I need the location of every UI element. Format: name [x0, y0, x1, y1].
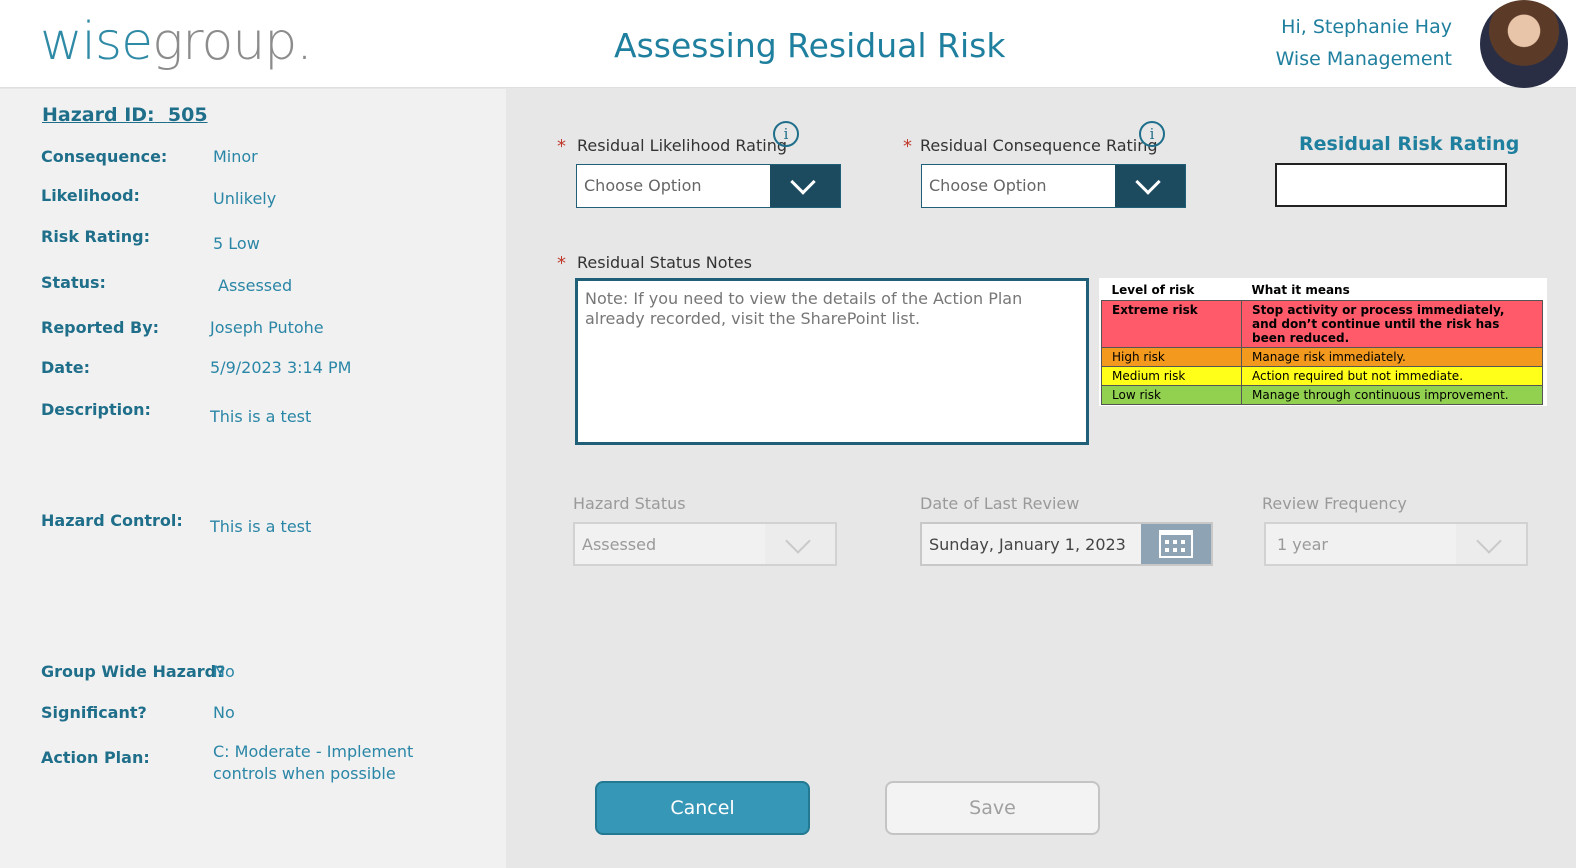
page-title: Assessing Residual Risk	[614, 26, 1006, 65]
dropdown-value: Assessed	[582, 535, 657, 554]
legend-header-level: Level of risk	[1111, 282, 1195, 297]
info-icon[interactable]: i	[773, 121, 799, 147]
group-wide-label: Group Wide Hazard?	[41, 662, 226, 681]
user-greeting: Hi, Stephanie Hay	[1281, 16, 1452, 38]
hazard-control-value: This is a test	[210, 517, 312, 536]
residual-likelihood-label: Residual Likelihood Rating	[577, 136, 787, 155]
consequence-value: Minor	[213, 147, 258, 166]
last-review-label: Date of Last Review	[920, 494, 1080, 513]
likelihood-label: Likelihood:	[41, 186, 140, 205]
residual-status-notes-label: Residual Status Notes	[577, 253, 752, 272]
date-value: 5/9/2023 3:14 PM	[210, 358, 352, 377]
residual-risk-rating-field	[1275, 163, 1507, 207]
calendar-icon	[1159, 530, 1193, 558]
risk-level-legend: Level of risk What it means Extreme risk…	[1099, 278, 1547, 406]
legend-level: Extreme risk	[1101, 299, 1242, 348]
significant-label: Significant?	[41, 703, 147, 722]
hazard-status-label: Hazard Status	[573, 494, 686, 513]
residual-consequence-label: Residual Consequence Rating	[920, 136, 1158, 155]
legend-level: High risk	[1101, 346, 1242, 367]
likelihood-value: Unlikely	[213, 189, 277, 208]
chevron-down-icon	[1135, 169, 1161, 195]
residual-risk-rating-label: Residual Risk Rating	[1299, 133, 1520, 155]
risk-rating-value: 5 Low	[213, 234, 260, 253]
legend-header-row: Level of risk What it means	[1102, 280, 1543, 300]
legend-row: Low risk Manage through continuous impro…	[1101, 384, 1543, 405]
legend-header-meaning: What it means	[1251, 282, 1350, 297]
legend-meaning: Stop activity or process immediately, an…	[1241, 299, 1543, 348]
dropdown-button[interactable]	[770, 165, 840, 207]
legend-row: Medium risk Action required but not imme…	[1101, 365, 1543, 386]
review-frequency-label: Review Frequency	[1262, 494, 1407, 513]
hazard-control-label: Hazard Control:	[41, 511, 183, 530]
calendar-button[interactable]	[1141, 524, 1211, 564]
wisegroup-logo: wisegroup.	[40, 12, 313, 72]
dropdown-button[interactable]	[1456, 524, 1526, 564]
hazard-id[interactable]: Hazard ID: 505	[42, 104, 208, 126]
legend-row: Extreme risk Stop activity or process im…	[1101, 299, 1543, 348]
status-value: Assessed	[218, 276, 293, 295]
user-avatar[interactable]	[1480, 0, 1568, 88]
hazard-status-dropdown[interactable]: Assessed	[573, 522, 837, 566]
action-plan-value: C: Moderate - Implement controls when po…	[213, 742, 414, 783]
status-label: Status:	[41, 273, 106, 292]
residual-consequence-dropdown[interactable]: Choose Option	[921, 164, 1186, 208]
description-label: Description:	[41, 400, 151, 419]
legend-meaning: Action required but not immediate.	[1241, 365, 1543, 386]
consequence-label: Consequence:	[41, 147, 168, 166]
last-review-date-picker[interactable]: Sunday, January 1, 2023	[920, 522, 1213, 566]
cancel-button[interactable]: Cancel	[595, 781, 810, 835]
legend-level: Medium risk	[1101, 365, 1242, 386]
reported-by-label: Reported By:	[41, 318, 160, 337]
legend-meaning: Manage risk immediately.	[1241, 346, 1543, 367]
action-plan-label: Action Plan:	[41, 748, 150, 767]
significant-value: No	[213, 703, 235, 722]
date-label: Date:	[41, 358, 90, 377]
save-button[interactable]: Save	[885, 781, 1100, 835]
description-value: This is a test	[210, 407, 312, 426]
group-wide-value: No	[213, 662, 235, 681]
legend-row: High risk Manage risk immediately.	[1101, 346, 1543, 367]
app-header: wisegroup. Assessing Residual Risk Hi, S…	[0, 0, 1576, 88]
user-organization: Wise Management	[1275, 48, 1452, 70]
risk-legend-table: Level of risk What it means Extreme risk…	[1101, 280, 1543, 405]
required-marker: *	[557, 136, 566, 157]
date-value: Sunday, January 1, 2023	[929, 535, 1126, 554]
risk-rating-label: Risk Rating:	[41, 227, 151, 246]
residual-status-notes-input[interactable]: Note: If you need to view the details of…	[575, 278, 1089, 445]
legend-level: Low risk	[1101, 384, 1242, 405]
dropdown-value: Choose Option	[929, 176, 1047, 195]
dropdown-value: 1 year	[1277, 535, 1328, 554]
required-marker: *	[903, 136, 912, 157]
chevron-down-icon	[790, 169, 816, 195]
required-marker: *	[557, 253, 566, 274]
reported-by-value: Joseph Putohe	[210, 318, 324, 337]
dropdown-button[interactable]	[765, 524, 835, 564]
chevron-down-icon	[1476, 528, 1502, 554]
review-frequency-dropdown[interactable]: 1 year	[1264, 522, 1528, 566]
dropdown-value: Choose Option	[584, 176, 702, 195]
dropdown-button[interactable]	[1115, 165, 1185, 207]
residual-likelihood-dropdown[interactable]: Choose Option	[576, 164, 841, 208]
notes-placeholder: Note: If you need to view the details of…	[585, 289, 1023, 328]
info-icon[interactable]: i	[1139, 121, 1165, 147]
legend-meaning: Manage through continuous improvement.	[1241, 384, 1543, 405]
chevron-down-icon	[785, 528, 811, 554]
